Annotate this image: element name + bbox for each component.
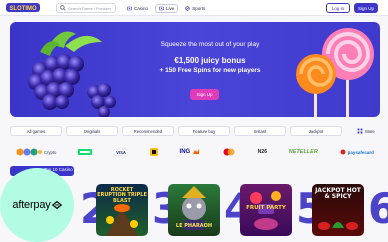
main-nav: Casino Live Sports — [124, 3, 208, 13]
payment-trustly — [78, 147, 93, 157]
payment-crypto-label: Crypto — [44, 149, 57, 155]
nav-casino[interactable]: Casino — [124, 4, 151, 13]
game-tile-jackpot-hot-spicy[interactable]: JACKPOT HOT & SPICY — [312, 184, 364, 236]
tab-feature-buy[interactable]: Feature buy — [178, 126, 230, 136]
tab-recommended[interactable]: Recommended — [122, 126, 174, 136]
payment-neteller: NETELLER — [288, 149, 318, 155]
trustly-logo-icon — [78, 149, 93, 155]
signup-button[interactable]: Sign Up — [354, 3, 378, 13]
search-input[interactable] — [68, 5, 118, 11]
tab-originals[interactable]: Originals — [66, 126, 118, 136]
blackberry-illustration — [28, 31, 116, 117]
payment-mastercard — [222, 147, 236, 157]
game-tile-rocket-eruption[interactable]: ROCKET ERUPTION TRIPLE BLAST — [96, 184, 148, 236]
mastercard-logo-icon — [223, 148, 235, 156]
payment-methods: Crypto VISA ING N26 NETELLER paysafecard — [10, 145, 380, 159]
rank-number: 6 — [368, 184, 388, 233]
game-title: ROCKET ERUPTION TRIPLE BLAST — [97, 187, 147, 204]
tab-all-games[interactable]: All games — [10, 126, 62, 136]
visa-logo-icon: VISA — [113, 148, 128, 156]
payment-n26: N26 — [257, 149, 267, 155]
payment-ing-label: ING — [179, 149, 191, 155]
payment-paysafecard: paysafecard — [340, 147, 374, 157]
game-title: JACKPOT HOT & SPICY — [315, 187, 361, 201]
hero-spins-line: + 150 Free Spins for new players — [159, 67, 261, 74]
hero-signup-button[interactable]: Sign Up — [190, 89, 219, 100]
hero-bonus-line: €1,500 juicy bonus — [174, 56, 246, 65]
login-button[interactable]: Log in — [326, 3, 350, 13]
casino-icon — [127, 6, 132, 10]
svg-text:SLOTIMO: SLOTIMO — [9, 6, 37, 12]
afterpay-arrow-icon — [51, 200, 62, 210]
game-title: LE PHARAOH — [175, 223, 213, 229]
afterpay-text: afterpay — [12, 199, 51, 211]
payment-interac — [149, 147, 158, 157]
grid-icon — [357, 128, 363, 134]
site-logo[interactable]: SLOTIMO — [6, 2, 40, 13]
lollipop-illustration — [296, 28, 374, 117]
game-tile-fruit-party[interactable]: FRUIT PARTY — [240, 184, 292, 236]
hero-banner[interactable]: Squeeze the most out of your play €1,500… — [10, 22, 380, 117]
nav-sports[interactable]: Sports — [182, 4, 208, 13]
payment-ing: ING — [180, 147, 201, 157]
hero-title: Squeeze the most out of your play — [160, 41, 260, 48]
category-tabs: All games Originals Recommended Feature … — [10, 126, 380, 138]
nav-live[interactable]: Live — [155, 3, 179, 13]
game-title: FRUIT PARTY — [246, 205, 286, 211]
payment-crypto: Crypto — [16, 147, 56, 157]
search-box[interactable] — [56, 3, 118, 13]
nav-sports-label: Sports — [192, 5, 206, 11]
search-icon — [60, 5, 66, 11]
afterpay-badge: afterpay — [0, 168, 74, 242]
sports-icon — [185, 5, 190, 11]
nav-casino-label: Casino — [134, 5, 149, 11]
game-tile-le-pharaoh[interactable]: LE PHARAOH — [168, 184, 220, 236]
top-header: SLOTIMO Casino Live Sports Log in — [0, 0, 388, 16]
paysafecard-icon — [340, 149, 346, 155]
ing-lion-icon — [193, 149, 200, 154]
svg-text:VISA: VISA — [116, 150, 126, 155]
more-label: More — [365, 128, 375, 134]
logo-icon: SLOTIMO — [6, 3, 40, 12]
payment-paysafecard-label: paysafecard — [347, 149, 374, 155]
tab-instant[interactable]: Instant — [234, 126, 286, 136]
more-button[interactable]: More — [346, 126, 386, 136]
payment-visa: VISA — [113, 147, 128, 157]
crypto-coins-icon — [16, 148, 42, 156]
live-icon — [159, 6, 164, 10]
interac-logo-icon — [149, 148, 158, 156]
nav-live-label: Live — [166, 5, 175, 11]
casino-page: SLOTIMO Casino Live Sports Log in — [0, 0, 388, 242]
tab-jackpot[interactable]: Jackpot — [290, 126, 342, 136]
